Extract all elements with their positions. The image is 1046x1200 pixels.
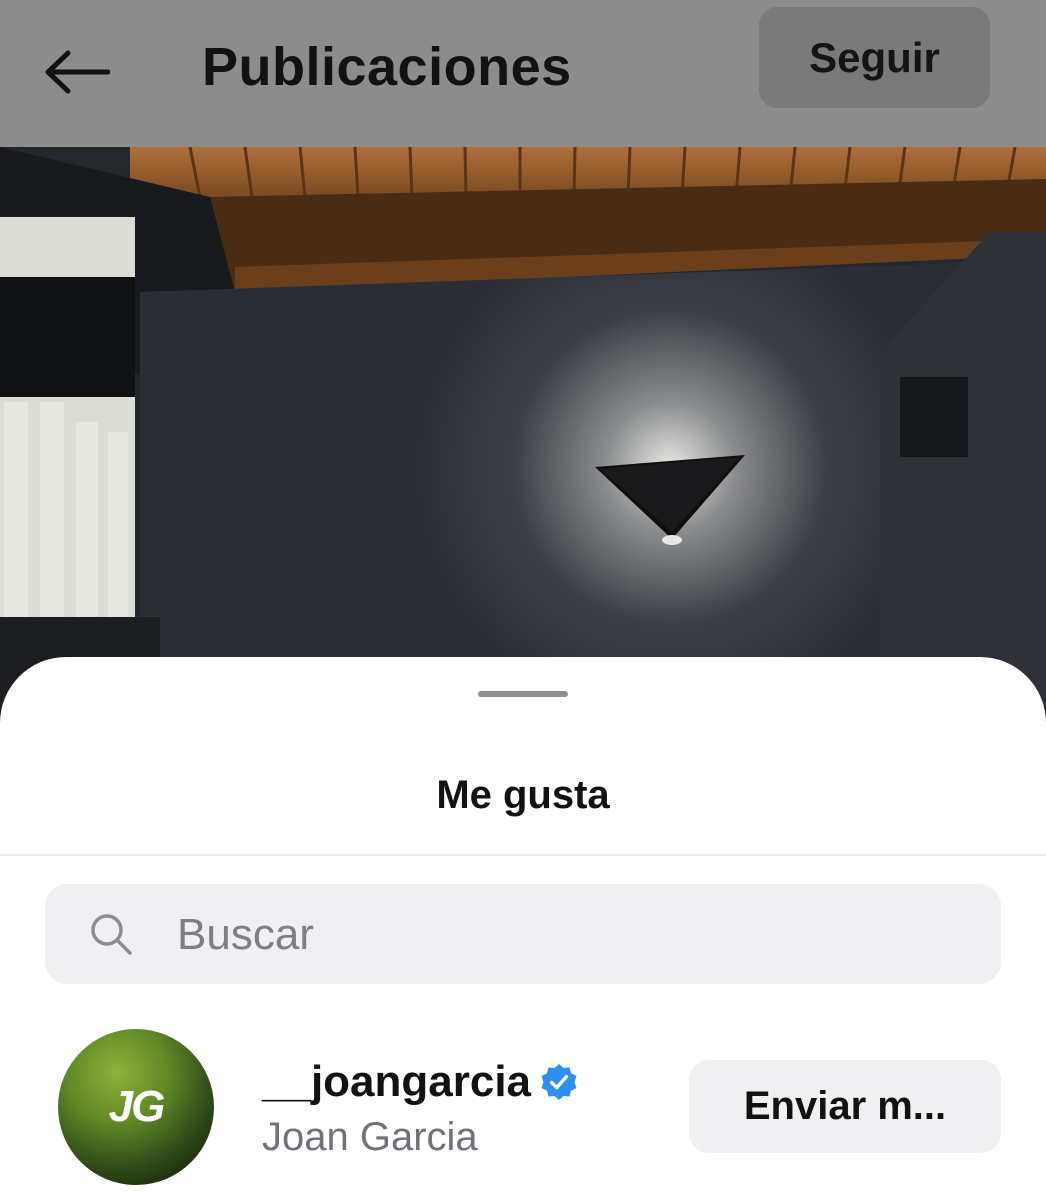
search-icon bbox=[91, 914, 132, 955]
send-message-button[interactable]: Enviar m... bbox=[689, 1060, 1001, 1153]
top-bar: Publicaciones Seguir bbox=[0, 0, 1046, 147]
drag-handle[interactable] bbox=[478, 691, 568, 697]
search-input[interactable] bbox=[175, 902, 959, 968]
arrow-left-icon bbox=[45, 50, 110, 94]
post-photo[interactable] bbox=[0, 147, 1046, 707]
page-title: Publicaciones bbox=[202, 37, 572, 97]
avatar[interactable]: JG bbox=[58, 1029, 214, 1185]
follow-button[interactable]: Seguir bbox=[759, 7, 990, 108]
verified-badge-icon bbox=[541, 1064, 577, 1100]
back-button[interactable] bbox=[40, 42, 114, 102]
sheet-title: Me gusta bbox=[436, 773, 610, 817]
divider bbox=[0, 854, 1046, 856]
list-item[interactable]: JG __joangarcia Joan Garcia Enviar m... bbox=[0, 1027, 1046, 1187]
full-name: Joan Garcia bbox=[262, 1115, 478, 1159]
search-bar[interactable] bbox=[45, 884, 1001, 984]
avatar-logo: JG bbox=[108, 1082, 166, 1131]
likes-sheet: Me gusta JG __joangarcia Joan Garcia Env… bbox=[0, 657, 1046, 1200]
username[interactable]: __joangarcia bbox=[262, 1057, 531, 1107]
